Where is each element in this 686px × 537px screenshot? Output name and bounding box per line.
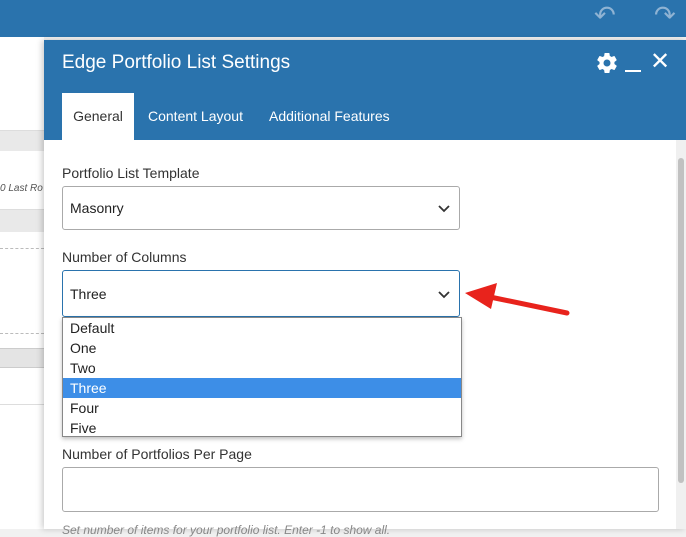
redo-icon[interactable]: ↷ bbox=[654, 2, 676, 28]
tab-general[interactable]: General bbox=[62, 93, 134, 140]
minimize-icon[interactable] bbox=[625, 70, 641, 72]
columns-label: Number of Columns bbox=[62, 249, 187, 265]
per-page-label: Number of Portfolios Per Page bbox=[62, 446, 252, 462]
background-divider bbox=[0, 404, 44, 405]
modal-header: Edge Portfolio List Settings ✕ General C… bbox=[44, 40, 686, 140]
background-divider bbox=[0, 333, 44, 334]
close-icon[interactable]: ✕ bbox=[650, 50, 670, 74]
background-partial-text: 0 Last Ro bbox=[0, 183, 43, 194]
background-divider bbox=[0, 248, 44, 249]
modal-scrollbar[interactable] bbox=[676, 140, 686, 529]
dropdown-option[interactable]: Five bbox=[63, 418, 461, 438]
columns-select-value: Three bbox=[70, 286, 107, 302]
dropdown-option[interactable]: Two bbox=[63, 358, 461, 378]
per-page-hint: Set number of items for your portfolio l… bbox=[62, 523, 391, 537]
chevron-down-icon bbox=[438, 205, 450, 213]
dropdown-option-selected[interactable]: Three bbox=[63, 378, 461, 398]
undo-icon[interactable]: ↶ bbox=[594, 2, 616, 28]
columns-dropdown-list: Default One Two Three Four Five bbox=[62, 317, 462, 437]
tab-additional-features[interactable]: Additional Features bbox=[269, 93, 390, 140]
dropdown-option[interactable]: Default bbox=[63, 318, 461, 338]
dropdown-option[interactable]: One bbox=[63, 338, 461, 358]
scrollbar-thumb[interactable] bbox=[678, 158, 684, 483]
chevron-down-icon bbox=[438, 291, 450, 299]
editor-top-bar: ↶ ↷ bbox=[0, 0, 686, 37]
background-row bbox=[0, 130, 44, 151]
modal-title: Edge Portfolio List Settings bbox=[62, 52, 291, 73]
background-row bbox=[0, 348, 44, 368]
template-select[interactable]: Masonry bbox=[62, 186, 460, 230]
dropdown-option[interactable]: Four bbox=[63, 398, 461, 418]
template-label: Portfolio List Template bbox=[62, 165, 200, 181]
per-page-input[interactable] bbox=[62, 467, 659, 512]
gear-icon[interactable] bbox=[595, 51, 619, 75]
tab-content-layout[interactable]: Content Layout bbox=[148, 93, 243, 140]
background-editor-panel: 0 Last Ro bbox=[0, 37, 44, 529]
settings-modal: Edge Portfolio List Settings ✕ General C… bbox=[44, 40, 686, 537]
template-select-value: Masonry bbox=[70, 200, 124, 216]
background-row bbox=[0, 209, 44, 232]
columns-select[interactable]: Three bbox=[62, 270, 460, 317]
